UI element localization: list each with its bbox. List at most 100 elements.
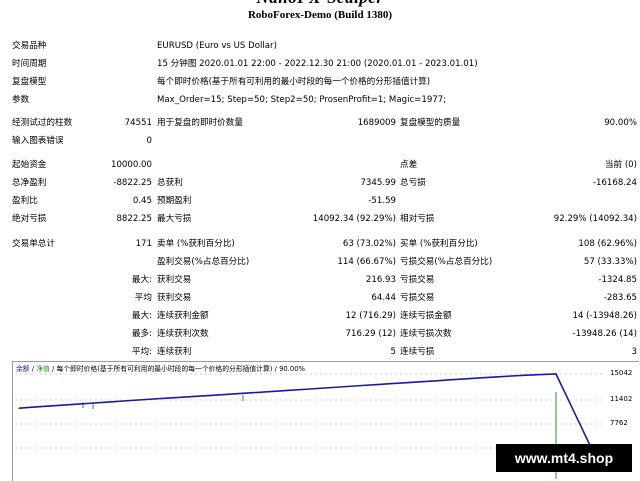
balance-point [257, 391, 259, 393]
profit-trades-value: 114 (66.67%) [337, 257, 396, 267]
balance-point [301, 388, 303, 391]
report-subtitle: RoboForex-Demo (Build 1380) [247, 9, 392, 21]
balance-point [421, 381, 423, 383]
balance-point [510, 375, 512, 377]
bars-label: 经测试过的柱数 [12, 118, 73, 128]
gross-profit-value: 7345.99 [360, 178, 396, 188]
max-drawdown-value: 14092.34 (92.29%) [312, 214, 396, 224]
y-tick-label: 15042 [610, 369, 633, 377]
ticks-value: 1689009 [357, 118, 396, 128]
avg-profit-label: 获利交易 [157, 293, 192, 303]
watermark: www.mt4.shop [496, 444, 632, 472]
avg-profit-value: 64.44 [371, 293, 396, 303]
balance-point [286, 389, 289, 391]
deposit-label: 起始资金 [12, 160, 47, 170]
legend-balance: 余额 [16, 365, 30, 373]
errors-value: 0 [146, 136, 152, 146]
period-value: 15 分钟图 2020.01.01 22:00 - 2022.12.30 21:… [157, 59, 478, 69]
short-label: 卖单 (%获利百分比) [157, 239, 235, 249]
balance-point [578, 422, 581, 424]
ticks-label: 用于复盘的即时价数量 [157, 118, 243, 128]
average-label: 平均 [134, 293, 152, 303]
balance-point [495, 376, 497, 378]
balance-point [555, 373, 557, 375]
balance-point [346, 385, 348, 388]
balance-point [567, 398, 569, 400]
balance-point [406, 382, 408, 384]
gross-profit-label: 总获利 [157, 178, 183, 188]
balance-point [182, 396, 184, 398]
params-label: 参数 [12, 95, 30, 105]
gross-loss-label: 总亏损 [400, 178, 426, 188]
net-profit-value: -8822.25 [113, 178, 152, 188]
long-label: 买单 (%获利百分比) [400, 239, 478, 249]
total-trades-label: 交易单总计 [12, 239, 55, 249]
balance-point [212, 394, 214, 396]
max-drawdown-label: 最大亏损 [157, 214, 192, 224]
chart-legend: 余额 / 净值 / 每个即时价格(基于所有可利用的最小时段的每一个价格的分形插值… [16, 363, 305, 373]
spread-label: 点差 [400, 160, 418, 170]
model-value: 每个即时价格(基于所有可利用的最小时段的每一个价格的分形插值计算) [157, 77, 431, 87]
max-cons-loss-value: -13948.26 (14) [572, 329, 637, 339]
largest-profit-value: 216.93 [365, 275, 396, 285]
params-value: Max_Order=15; Step=50; Step2=50; ProsenP… [157, 95, 447, 105]
symbol-label: 交易品种 [12, 41, 47, 51]
abs-drawdown-label: 绝对亏损 [12, 214, 47, 224]
symbol-value: EURUSD (Euro vs US Dollar) [157, 41, 277, 51]
bars-value: 74551 [124, 118, 152, 128]
balance-point [78, 403, 80, 405]
avg-loss-value: -283.65 [603, 293, 637, 303]
model-label: 复盘模型 [12, 77, 47, 87]
balance-point [93, 402, 95, 404]
profit-factor-value: 0.45 [132, 196, 152, 206]
largest-label: 最大: [131, 275, 152, 285]
rel-drawdown-value: 92.29% (14092.34) [553, 214, 637, 224]
short-value: 63 (73.02%) [342, 239, 396, 249]
max-cons-wins-value: 12 (716.29) [345, 311, 396, 321]
y-tick-label: 11402 [610, 395, 633, 403]
balance-point [48, 405, 50, 407]
max-cons-wins-label: 连续获利金额 [157, 311, 209, 321]
max-cons-label: 最大: [131, 311, 152, 321]
balance-point [242, 392, 244, 394]
avg-cons-losses-value: 3 [631, 347, 637, 357]
balance-point [63, 404, 65, 406]
spread-value: 当前 (0) [604, 160, 637, 170]
balance-point [480, 377, 482, 379]
deposit-value: 10000.00 [110, 160, 152, 170]
balance-point [391, 383, 393, 385]
legend-sep: / [31, 365, 35, 373]
gross-loss-value: -16168.24 [592, 178, 637, 188]
avg-cons-label: 平均: [131, 347, 152, 357]
balance-point [361, 384, 363, 387]
loss-trades-label: 亏损交易(%占总百分比) [400, 257, 493, 267]
balance-point [540, 374, 542, 376]
total-trades-value: 171 [135, 239, 152, 249]
balance-point [167, 397, 169, 399]
errors-label: 输入图表错误 [12, 136, 64, 146]
balance-point [376, 384, 378, 386]
balance-point [33, 406, 35, 408]
rel-drawdown-label: 相对亏损 [400, 214, 435, 224]
balance-point [272, 390, 274, 392]
balance-point [122, 400, 124, 402]
profit-trades-label: 盈利交易(%占总百分比) [157, 257, 250, 267]
max-cons-losses-label: 连续亏损金额 [400, 311, 452, 321]
max-cons-losses-value: 14 (-13948.26) [572, 311, 637, 321]
balance-point [436, 380, 438, 382]
balance-point [197, 395, 199, 397]
largest-profit-label: 获利交易 [157, 275, 192, 285]
quality-label: 复盘模型的质量 [400, 118, 461, 128]
avg-cons-losses-label: 连续亏损 [400, 347, 435, 357]
net-profit-label: 总净盈利 [12, 178, 47, 188]
balance-point [107, 401, 110, 403]
balance-point [18, 407, 20, 409]
expected-payoff-label: 预期盈利 [157, 196, 192, 206]
largest-loss-label: 亏损交易 [400, 275, 435, 285]
balance-point [451, 379, 453, 381]
legend-rest: / 每个即时价格(基于所有可利用的最小时段的每一个价格的分形插值计算) / 90… [52, 365, 305, 373]
balance-point [331, 386, 333, 389]
expected-payoff-value: -51.59 [368, 196, 396, 206]
most-label: 最多: [131, 329, 152, 339]
legend-equity: 净值 [36, 365, 50, 373]
